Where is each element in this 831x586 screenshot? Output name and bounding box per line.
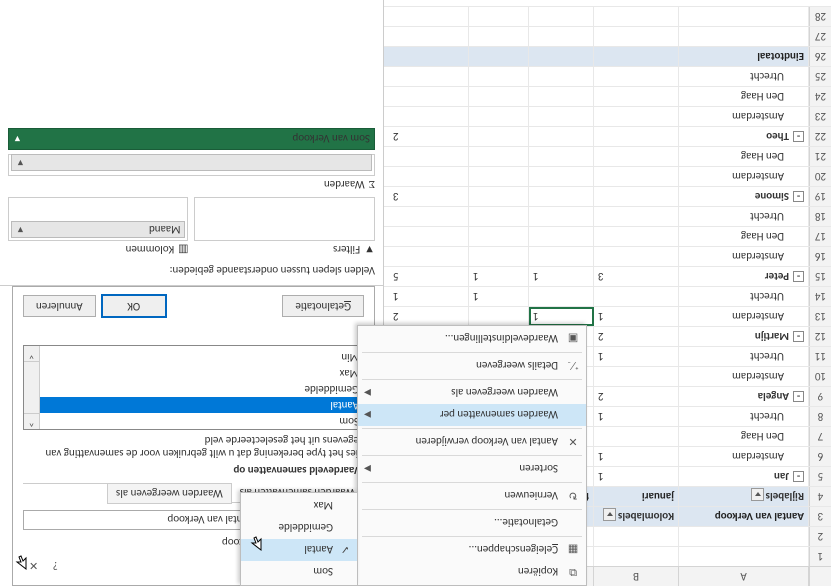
- section-summarize-title: Waardeveld samenvatten op: [23, 464, 364, 477]
- custom-name-input[interactable]: [23, 510, 259, 530]
- zone-tag-maand[interactable]: Maand▼: [11, 221, 186, 238]
- row-ams[interactable]: Amsterdam: [679, 107, 809, 126]
- summarize-listbox[interactable]: Som Aantal Gemiddelde Max Min Product ˄˅: [23, 345, 364, 430]
- row-dh[interactable]: Den Haag: [679, 147, 809, 166]
- row-angela[interactable]: Angela: [758, 390, 789, 403]
- ctx-summarize-values[interactable]: Waarden samenvatten per▶: [358, 404, 586, 426]
- details-icon: ⁺⁄₋: [564, 360, 582, 373]
- row-ams[interactable]: Amsterdam: [679, 307, 809, 326]
- selected-cell[interactable]: 1: [529, 307, 594, 326]
- col-B[interactable]: B: [594, 567, 679, 586]
- settings-icon: ▣: [564, 333, 582, 346]
- listbox-scrollbar[interactable]: ˄˅: [24, 346, 40, 429]
- row-jan[interactable]: Jan: [774, 470, 789, 483]
- sub-gemiddelde[interactable]: Gemiddelde: [241, 517, 357, 539]
- ctx-number-format[interactable]: Getalnotatie...: [358, 512, 586, 534]
- context-menu: ⧉Kopiëren ▦Celeigenschappen... Getalnota…: [357, 325, 587, 586]
- collapse-icon[interactable]: -: [793, 471, 804, 482]
- row-dh[interactable]: Den Haag: [679, 87, 809, 106]
- list-item-product[interactable]: Product: [24, 345, 363, 349]
- ctx-show-details[interactable]: ⁺⁄₋Details weergeven: [358, 355, 586, 377]
- zone-filters-label: Filters: [333, 243, 360, 256]
- summarize-submenu: Som ✓Aantal Gemiddelde Max: [240, 492, 358, 586]
- fieldpane-hint: Velden slepen tussen onderstaande gebied…: [8, 264, 375, 277]
- list-item-min[interactable]: Min: [24, 349, 363, 365]
- row-ams[interactable]: Amsterdam: [679, 367, 809, 386]
- row-ams[interactable]: Amsterdam: [679, 167, 809, 186]
- column-labels-caption: Kolomlabels: [618, 510, 674, 523]
- ctx-value-field-settings[interactable]: ▣Waardeveldinstellingen...: [358, 328, 586, 350]
- row-theo[interactable]: Theo: [766, 130, 789, 143]
- row-dh[interactable]: Den Haag: [679, 227, 809, 246]
- section-summarize-desc: Kies het type berekening dat u wilt gebr…: [23, 434, 364, 460]
- collapse-icon[interactable]: -: [793, 331, 804, 342]
- help-icon[interactable]: ?: [47, 560, 64, 573]
- col-A[interactable]: A: [679, 567, 809, 586]
- row-grandtotal[interactable]: Eindtotaal: [679, 47, 809, 66]
- pivot-field-pane: Velden slepen tussen onderstaande gebied…: [0, 0, 383, 286]
- list-item-som[interactable]: Som: [24, 413, 363, 429]
- list-item-gemiddelde[interactable]: Gemiddelde: [24, 381, 363, 397]
- number-format-button[interactable]: Getalnotatie: [282, 295, 364, 317]
- remove-icon: ✕: [564, 436, 582, 449]
- collapse-icon[interactable]: -: [793, 191, 804, 202]
- collapse-icon[interactable]: -: [793, 131, 804, 142]
- list-item-aantal[interactable]: Aantal: [24, 397, 363, 413]
- row-ams[interactable]: Amsterdam: [679, 247, 809, 266]
- list-item-max[interactable]: Max: [24, 365, 363, 381]
- ctx-cell-format[interactable]: ▦Celeigenschappen...: [358, 539, 586, 561]
- row-labels-caption: Rijlabels: [766, 490, 804, 503]
- row-utr[interactable]: Utrecht: [679, 67, 809, 86]
- zone-columns-label: Kolommen: [126, 243, 174, 256]
- pivot-data-field-label: Aantal van Verkoop: [679, 507, 809, 526]
- columns-icon: ▥: [178, 243, 188, 256]
- row-peter[interactable]: Peter: [765, 270, 789, 283]
- column-labels-dropdown[interactable]: [603, 508, 616, 521]
- zone-values-label: Waarden: [324, 178, 365, 191]
- ctx-sort[interactable]: Sorteren▶: [358, 458, 586, 480]
- collapse-icon[interactable]: -: [793, 391, 804, 402]
- sub-aantal[interactable]: ✓Aantal: [241, 539, 357, 561]
- zone-tag-somvanverkoop[interactable]: Som van Verkoop▼: [8, 128, 375, 150]
- ctx-refresh[interactable]: ↻Vernieuwen: [358, 485, 586, 507]
- row-dh[interactable]: Den Haag: [679, 427, 809, 446]
- sub-max[interactable]: Max: [241, 495, 357, 517]
- cancel-button[interactable]: Annuleren: [23, 295, 96, 317]
- refresh-icon: ↻: [564, 490, 582, 503]
- check-icon: ✓: [337, 544, 353, 557]
- ctx-remove-field[interactable]: ✕Aantal van Verkoop verwijderen: [358, 431, 586, 453]
- format-cells-icon: ▦: [564, 544, 582, 557]
- ok-button[interactable]: OK: [102, 295, 166, 317]
- collapse-icon[interactable]: -: [793, 271, 804, 282]
- ctx-show-values-as[interactable]: Waarden weergeven als▶: [358, 382, 586, 404]
- copy-icon: ⧉: [564, 565, 582, 579]
- zone-tag-placeholder[interactable]: ▼: [11, 155, 372, 172]
- close-icon[interactable]: ✕: [23, 560, 44, 573]
- zone-columns[interactable]: Maand▼: [8, 197, 189, 241]
- row-martijn[interactable]: Martijn: [755, 330, 789, 343]
- sub-som[interactable]: Som: [241, 561, 357, 583]
- row-labels-dropdown[interactable]: [751, 488, 764, 501]
- zone-filters[interactable]: [195, 197, 376, 241]
- zone-values[interactable]: ▼: [8, 154, 375, 176]
- row-utr[interactable]: Utrecht: [679, 207, 809, 226]
- sigma-icon: Σ: [369, 178, 375, 191]
- ctx-copy[interactable]: ⧉Kopiëren: [358, 561, 586, 583]
- filter-icon: ▼: [364, 243, 375, 256]
- row-ams[interactable]: Amsterdam: [679, 447, 809, 466]
- tab-showvalues[interactable]: Waarden weergeven als: [107, 484, 232, 504]
- row-utr[interactable]: Utrecht: [679, 407, 809, 426]
- row-utr[interactable]: Utrecht: [679, 287, 809, 306]
- col-jan[interactable]: januari: [594, 487, 679, 506]
- row-utr[interactable]: Utrecht: [679, 347, 809, 366]
- row-simone[interactable]: Simone: [755, 190, 789, 203]
- source-name-value: Verkoop: [23, 536, 259, 549]
